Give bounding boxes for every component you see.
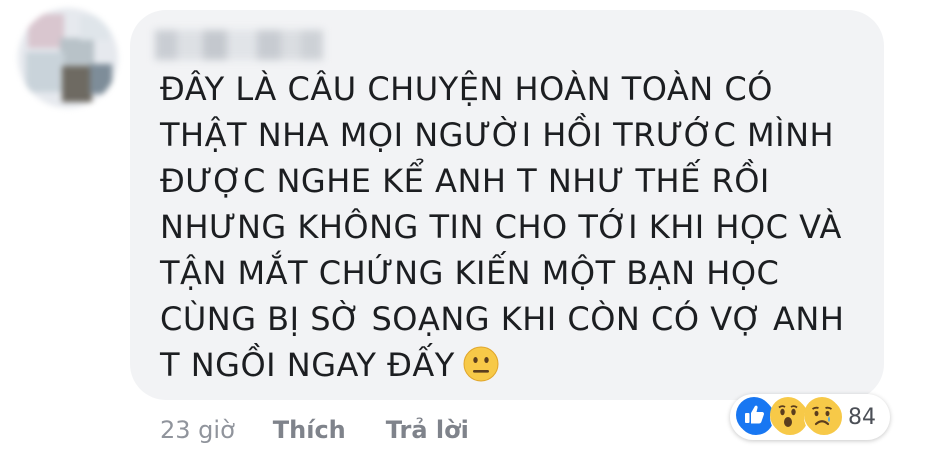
comment-text-line: ĐÂY LÀ CÂU CHUYỆN HOÀN TOÀN CÓ [160,70,773,108]
neutral-face-emoji [463,346,499,394]
comment-text-line: NHƯNG KHÔNG TIN CHO TỚI KHI HỌC VÀ [160,208,842,246]
commenter-avatar[interactable] [18,8,118,108]
comment-text-line: ĐƯỢC NGHE KỂ ANH T NHƯ THẾ RỒI [160,162,770,200]
comment-actions: 23 giờ Thích Trả lời [160,412,469,448]
comment-text-last-line: T NGỒI NGAY ĐẤY [160,342,875,394]
comment-text: ĐÂY LÀ CÂU CHUYỆN HOÀN TOÀN CÓ THẬT NHA … [160,66,875,394]
reply-button[interactable]: Trả lời [386,416,469,444]
commenter-name[interactable] [155,30,325,60]
comment-timestamp[interactable]: 23 giờ [160,416,235,444]
comment-text-line: THẬT NHA MỌI NGƯỜI HỒI TRƯỚC MÌNH [160,116,835,154]
comment-text-line: TẬN MẮT CHỨNG KIẾN MỘT BẠN HỌC [160,254,780,292]
reaction-count: 84 [848,404,876,430]
sad-reaction-icon [804,397,844,437]
comment-text-line: T NGỒI NGAY ĐẤY [160,346,455,384]
like-button[interactable]: Thích [273,416,346,444]
reactions-summary[interactable]: 84 [730,394,890,440]
comment-text-line: CÙNG BỊ SỜ SOẠNG KHI CÒN CÓ VỢ ANH [160,300,845,338]
